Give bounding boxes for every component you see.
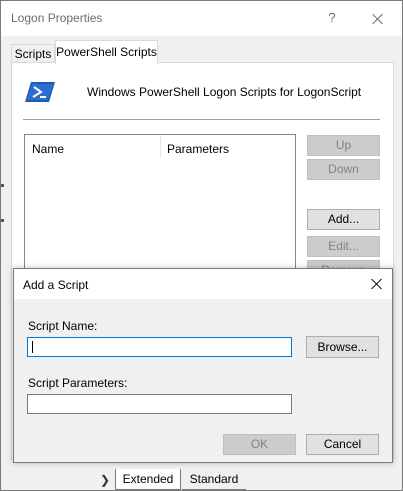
close-icon[interactable] — [363, 5, 393, 31]
title-bar: Logon Properties ? — [1, 1, 402, 36]
separator — [23, 119, 380, 120]
dialog-title: Add a Script — [23, 278, 89, 292]
window-title: Logon Properties — [11, 11, 103, 25]
script-parameters-label: Script Parameters: — [28, 376, 128, 390]
script-name-label: Script Name: — [28, 319, 98, 333]
text-caret — [32, 341, 33, 353]
browse-button[interactable]: Browse... — [306, 336, 379, 358]
column-header-parameters[interactable]: Parameters — [167, 142, 229, 156]
column-header-name[interactable]: Name — [32, 142, 64, 156]
up-button[interactable]: Up — [307, 135, 380, 156]
script-parameters-input[interactable] — [27, 394, 292, 414]
add-script-dialog: Add a Script Script Name: Browse... Scri… — [13, 268, 393, 463]
ok-button[interactable]: OK — [223, 434, 296, 455]
help-icon[interactable]: ? — [317, 5, 347, 31]
tab-scripts[interactable]: Scripts — [11, 44, 55, 63]
dialog-title-bar: Add a Script — [14, 269, 392, 299]
tab-powershell-scripts[interactable]: PowerShell Scripts — [55, 40, 158, 64]
edit-button[interactable]: Edit... — [307, 236, 380, 257]
edge-mark — [1, 184, 4, 187]
cancel-button[interactable]: Cancel — [306, 434, 379, 455]
panel-description: Windows PowerShell Logon Scripts for Log… — [87, 85, 362, 99]
script-name-input[interactable] — [27, 337, 292, 357]
column-divider[interactable] — [160, 136, 161, 158]
powershell-icon — [25, 82, 55, 102]
edge-mark — [1, 219, 4, 222]
close-icon[interactable] — [368, 275, 386, 293]
tab-standard[interactable]: Standard — [182, 469, 246, 490]
tab-extended[interactable]: Extended — [115, 469, 181, 490]
down-button[interactable]: Down — [307, 159, 380, 180]
add-button[interactable]: Add... — [307, 209, 380, 230]
chevron-right-icon[interactable]: ❯ — [100, 473, 110, 487]
